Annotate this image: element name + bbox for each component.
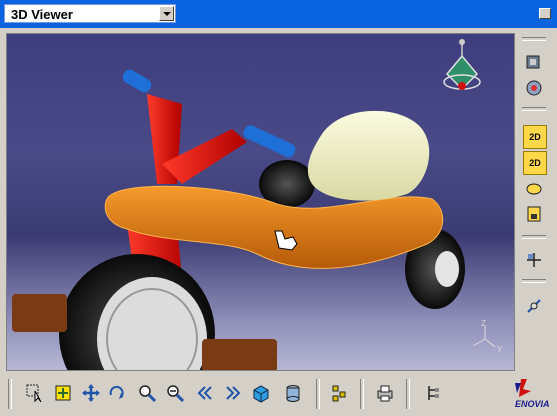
2d-view-label: 2D xyxy=(529,132,541,142)
window-restore-button[interactable] xyxy=(539,8,551,19)
enovia-logo: ENOVIA xyxy=(501,377,553,411)
render-mode-icon[interactable] xyxy=(282,382,304,404)
grid-icon[interactable] xyxy=(523,249,545,271)
right-pedal xyxy=(202,339,277,370)
rewind-icon[interactable] xyxy=(194,382,216,404)
toolbar-separator xyxy=(8,379,12,409)
rotate-icon[interactable] xyxy=(106,382,128,404)
toolbar-separator xyxy=(316,379,320,409)
left-pedal xyxy=(12,294,67,332)
axis-triad: Z Y xyxy=(472,319,503,354)
3d-viewport[interactable]: Z Y xyxy=(6,33,515,371)
toolbar-separator xyxy=(522,235,546,239)
2d-multi-view-label: 2D xyxy=(529,158,541,168)
toolbar-separator xyxy=(522,279,546,283)
print-icon[interactable] xyxy=(374,382,396,404)
product-tree-icon[interactable] xyxy=(328,382,350,404)
right-toolbar: 2D 2D xyxy=(518,33,551,371)
seat xyxy=(307,110,430,201)
axis-label-z: Z xyxy=(481,319,486,328)
title-bar: 3D Viewer xyxy=(0,0,557,28)
toolbar-separator xyxy=(406,379,410,409)
zoom-in-icon[interactable] xyxy=(136,382,158,404)
2d-multi-view-icon[interactable]: 2D xyxy=(523,151,547,175)
front-wheel xyxy=(59,254,215,370)
axis-label-y: Y xyxy=(497,345,503,354)
pan-icon[interactable] xyxy=(80,382,102,404)
bottom-toolbar: ENOVIA xyxy=(0,375,557,414)
save-view-icon[interactable] xyxy=(523,203,545,225)
chevron-down-icon[interactable] xyxy=(159,6,174,21)
rotate-view-icon[interactable] xyxy=(523,177,545,199)
window-title: 3D Viewer xyxy=(11,7,73,22)
viewer-select[interactable]: 3D Viewer xyxy=(4,4,176,23)
select-icon[interactable] xyxy=(24,382,46,404)
zoom-out-icon[interactable] xyxy=(164,382,186,404)
toolbar-separator xyxy=(360,379,364,409)
toolbar-separator xyxy=(522,107,546,111)
hierarchy-icon[interactable] xyxy=(422,382,444,404)
brand-text: ENOVIA xyxy=(515,399,550,409)
view-orient-icon[interactable] xyxy=(523,77,545,99)
forward-icon[interactable] xyxy=(222,382,244,404)
measure-icon[interactable] xyxy=(523,295,545,317)
fly-mode-icon[interactable] xyxy=(523,51,545,73)
2d-view-icon[interactable]: 2D xyxy=(523,125,547,149)
toolbar-separator xyxy=(522,37,546,41)
compass-icon[interactable] xyxy=(443,39,481,91)
iso-view-icon[interactable] xyxy=(250,382,272,404)
fit-all-icon[interactable] xyxy=(52,382,74,404)
